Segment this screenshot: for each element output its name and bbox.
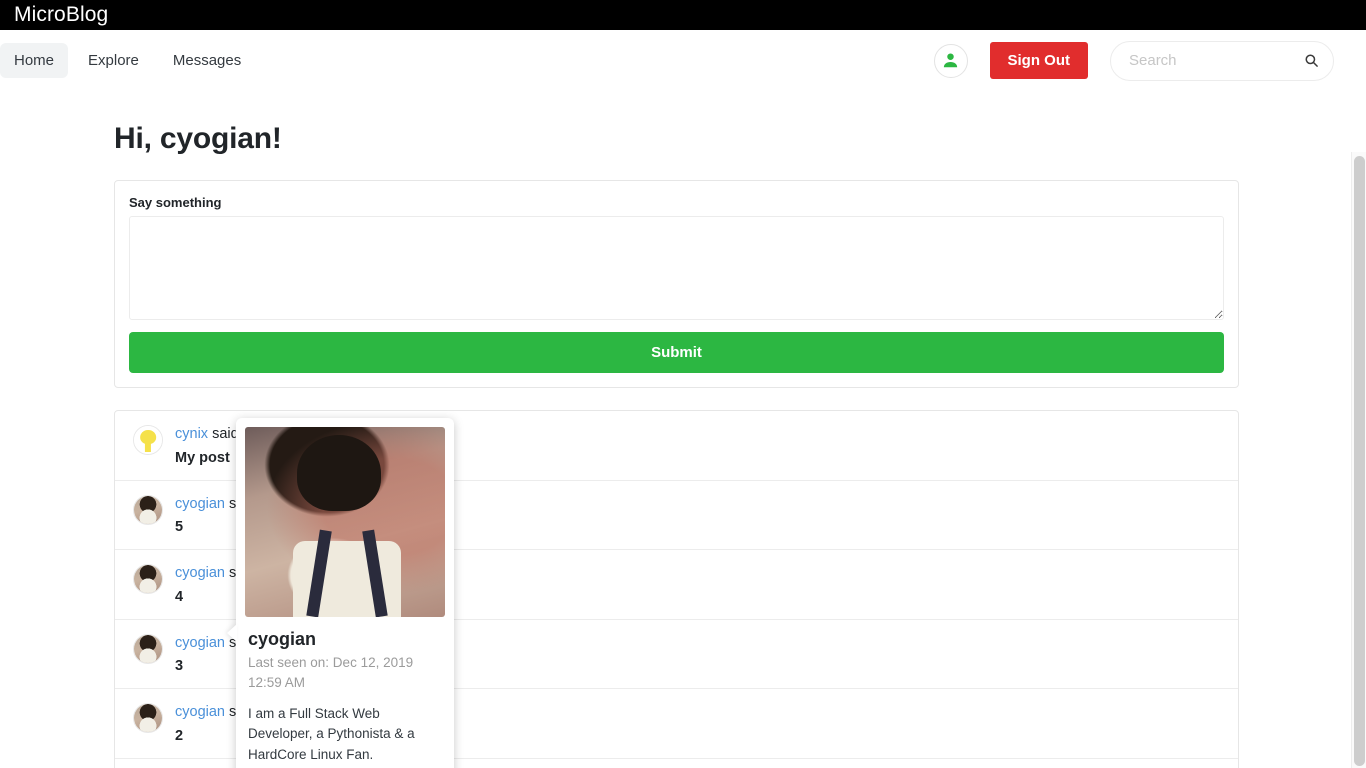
user-profile-popup: cyogian Last seen on: Dec 12, 2019 12:59…: [227, 418, 454, 768]
photo-avatar-icon: [134, 704, 162, 733]
nav-right-group: Sign Out: [933, 40, 1351, 81]
window-titlebar: MicroBlog: [0, 0, 1366, 30]
avatar[interactable]: [133, 494, 163, 525]
scrollbar-thumb[interactable]: [1354, 156, 1365, 766]
search-box[interactable]: [1110, 40, 1334, 81]
user-avatar-icon: [943, 53, 958, 68]
submit-button[interactable]: Submit: [129, 332, 1224, 373]
window-title: MicroBlog: [14, 3, 109, 26]
post-author-link[interactable]: cynix: [175, 426, 208, 442]
profile-avatar-button[interactable]: [933, 43, 968, 78]
post-author-link[interactable]: cyogian: [175, 635, 225, 651]
photo-hair-shape: [297, 434, 381, 511]
post-textarea[interactable]: [129, 216, 1224, 320]
nav-link-explore[interactable]: Explore: [74, 43, 153, 78]
search-input[interactable]: [1111, 41, 1333, 80]
popup-username: cyogian: [248, 629, 317, 649]
page-scrollbar[interactable]: [1351, 152, 1366, 768]
avatar[interactable]: [133, 633, 163, 664]
nav-link-home[interactable]: Home: [0, 43, 69, 78]
popup-last-seen: Last seen on: Dec 12, 2019 12:59 AM: [248, 655, 414, 690]
post-said-text: said: [212, 426, 239, 442]
say-something-label: Say something: [129, 195, 222, 210]
profile-photo: [245, 427, 445, 617]
photo-avatar-icon: [134, 495, 162, 524]
post-author-link[interactable]: cyogian: [175, 565, 225, 581]
avatar[interactable]: [133, 564, 163, 595]
avatar[interactable]: [133, 425, 163, 455]
popup-about-text: I am a Full Stack Web Developer, a Pytho…: [248, 706, 415, 762]
search-icon: [1305, 53, 1318, 67]
popup-pointer: [227, 624, 237, 642]
post-author-link[interactable]: cyogian: [175, 704, 225, 720]
nav-link-messages[interactable]: Messages: [159, 43, 255, 78]
popup-body: cyogian Last seen on: Dec 12, 2019 12:59…: [245, 617, 445, 768]
photo-avatar-icon: [134, 565, 162, 594]
post-author-link[interactable]: cyogian: [175, 496, 225, 512]
avatar[interactable]: [133, 703, 163, 734]
page-body: Hi, cyogian! Say something Submit cynix …: [0, 122, 1366, 768]
sign-out-button[interactable]: Sign Out: [989, 42, 1088, 79]
main-navbar: Home Explore Messages Sign Out: [0, 30, 1366, 92]
nav-links: Home Explore Messages: [0, 43, 255, 78]
lamp-identicon-icon: [134, 426, 162, 454]
photo-avatar-icon: [134, 634, 162, 663]
page-title: Hi, cyogian!: [114, 122, 282, 155]
post-composer-card: Say something Submit: [114, 180, 1239, 388]
